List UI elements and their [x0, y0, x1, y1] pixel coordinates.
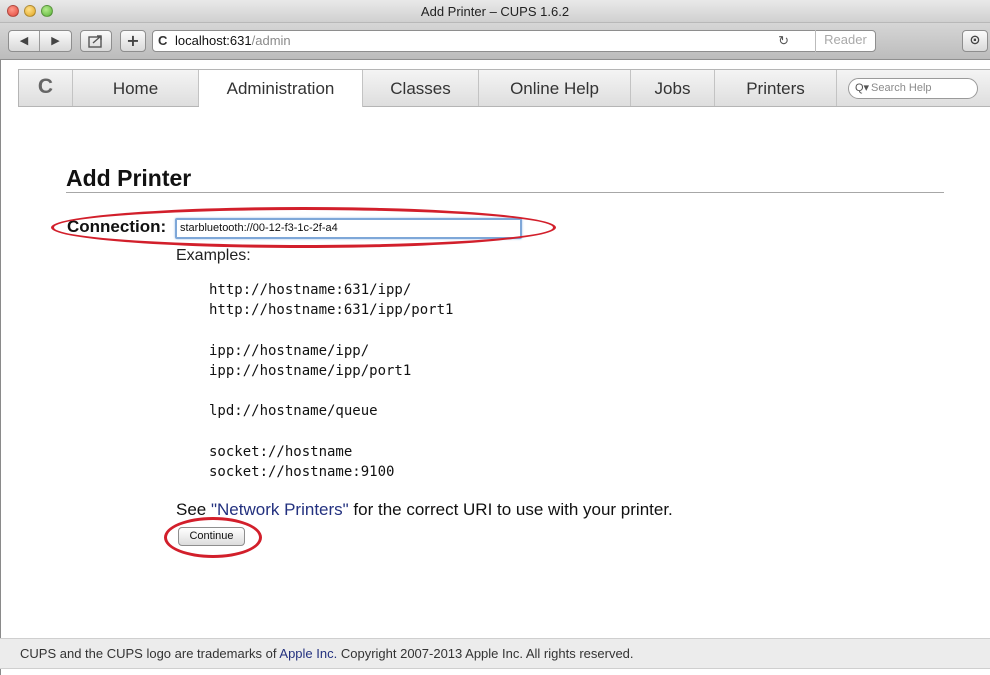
- connection-uri-field[interactable]: starbluetooth://00-12-f3-1c-2f-a4: [175, 218, 522, 239]
- back-icon[interactable]: ◀: [9, 31, 40, 51]
- examples-heading: Examples:: [176, 247, 251, 264]
- forward-icon[interactable]: ▶: [40, 31, 71, 51]
- url-path: /admin: [251, 33, 291, 48]
- tab-administration[interactable]: Administration: [199, 70, 363, 107]
- site-favicon-icon: C: [158, 33, 168, 48]
- example-uri: socket://hostname: [209, 444, 353, 460]
- window-titlebar: Add Printer – CUPS 1.6.2: [0, 0, 990, 23]
- url-host: localhost:631: [175, 33, 252, 48]
- apple-link[interactable]: Apple Inc.: [279, 646, 337, 661]
- hint-suffix: for the correct URI to use with your pri…: [348, 500, 673, 519]
- example-uri: socket://hostname:9100: [209, 464, 395, 480]
- cups-nav-tabs: C Home Administration Classes Online Hel…: [18, 69, 990, 107]
- network-printers-link[interactable]: "Network Printers": [211, 500, 349, 519]
- example-uri: ipp://hostname/ipp/: [209, 343, 370, 359]
- share-icon[interactable]: [80, 30, 112, 52]
- hint-prefix: See: [176, 500, 211, 519]
- page-border: [0, 60, 1, 675]
- footer-suffix: Copyright 2007-2013 Apple Inc. All right…: [337, 646, 634, 661]
- page-footer: CUPS and the CUPS logo are trademarks of…: [0, 638, 990, 669]
- connection-label: Connection:: [67, 217, 167, 236]
- tab-classes[interactable]: Classes: [363, 70, 479, 106]
- search-icon: Q▾: [855, 82, 870, 94]
- tab-online-help[interactable]: Online Help: [479, 70, 631, 106]
- tab-home[interactable]: Home: [73, 70, 199, 106]
- address-bar[interactable]: C localhost:631/admin ↻ Reader: [152, 30, 876, 52]
- example-uri: lpd://hostname/queue: [209, 403, 378, 419]
- footer-prefix: CUPS and the CUPS logo are trademarks of: [20, 646, 280, 661]
- reload-icon[interactable]: ↻: [778, 31, 789, 51]
- title-divider: [66, 192, 944, 193]
- continue-button[interactable]: Continue: [178, 527, 245, 546]
- network-printers-hint: See "Network Printers" for the correct U…: [176, 500, 673, 520]
- tab-printers[interactable]: Printers: [715, 70, 837, 106]
- reader-button[interactable]: Reader: [815, 30, 875, 52]
- example-uri: ipp://hostname/ipp/port1: [209, 363, 412, 379]
- tab-jobs[interactable]: Jobs: [631, 70, 715, 106]
- downloads-icon[interactable]: ⊙: [962, 30, 988, 52]
- new-tab-icon[interactable]: +: [120, 30, 146, 52]
- browser-toolbar: ◀ ▶ + C localhost:631/admin ↻ Reader ⊙: [0, 23, 990, 60]
- window-title: Add Printer – CUPS 1.6.2: [420, 4, 570, 19]
- search-help-input[interactable]: Q▾ Search Help: [848, 78, 978, 99]
- page-title: Add Printer: [66, 165, 192, 191]
- example-uri: http://hostname:631/ipp/: [209, 282, 412, 298]
- example-uri: http://hostname:631/ipp/port1: [209, 302, 454, 318]
- back-forward-buttons: ◀ ▶: [8, 30, 72, 52]
- search-placeholder: Search Help: [871, 82, 932, 94]
- cups-logo-icon[interactable]: C: [19, 70, 73, 106]
